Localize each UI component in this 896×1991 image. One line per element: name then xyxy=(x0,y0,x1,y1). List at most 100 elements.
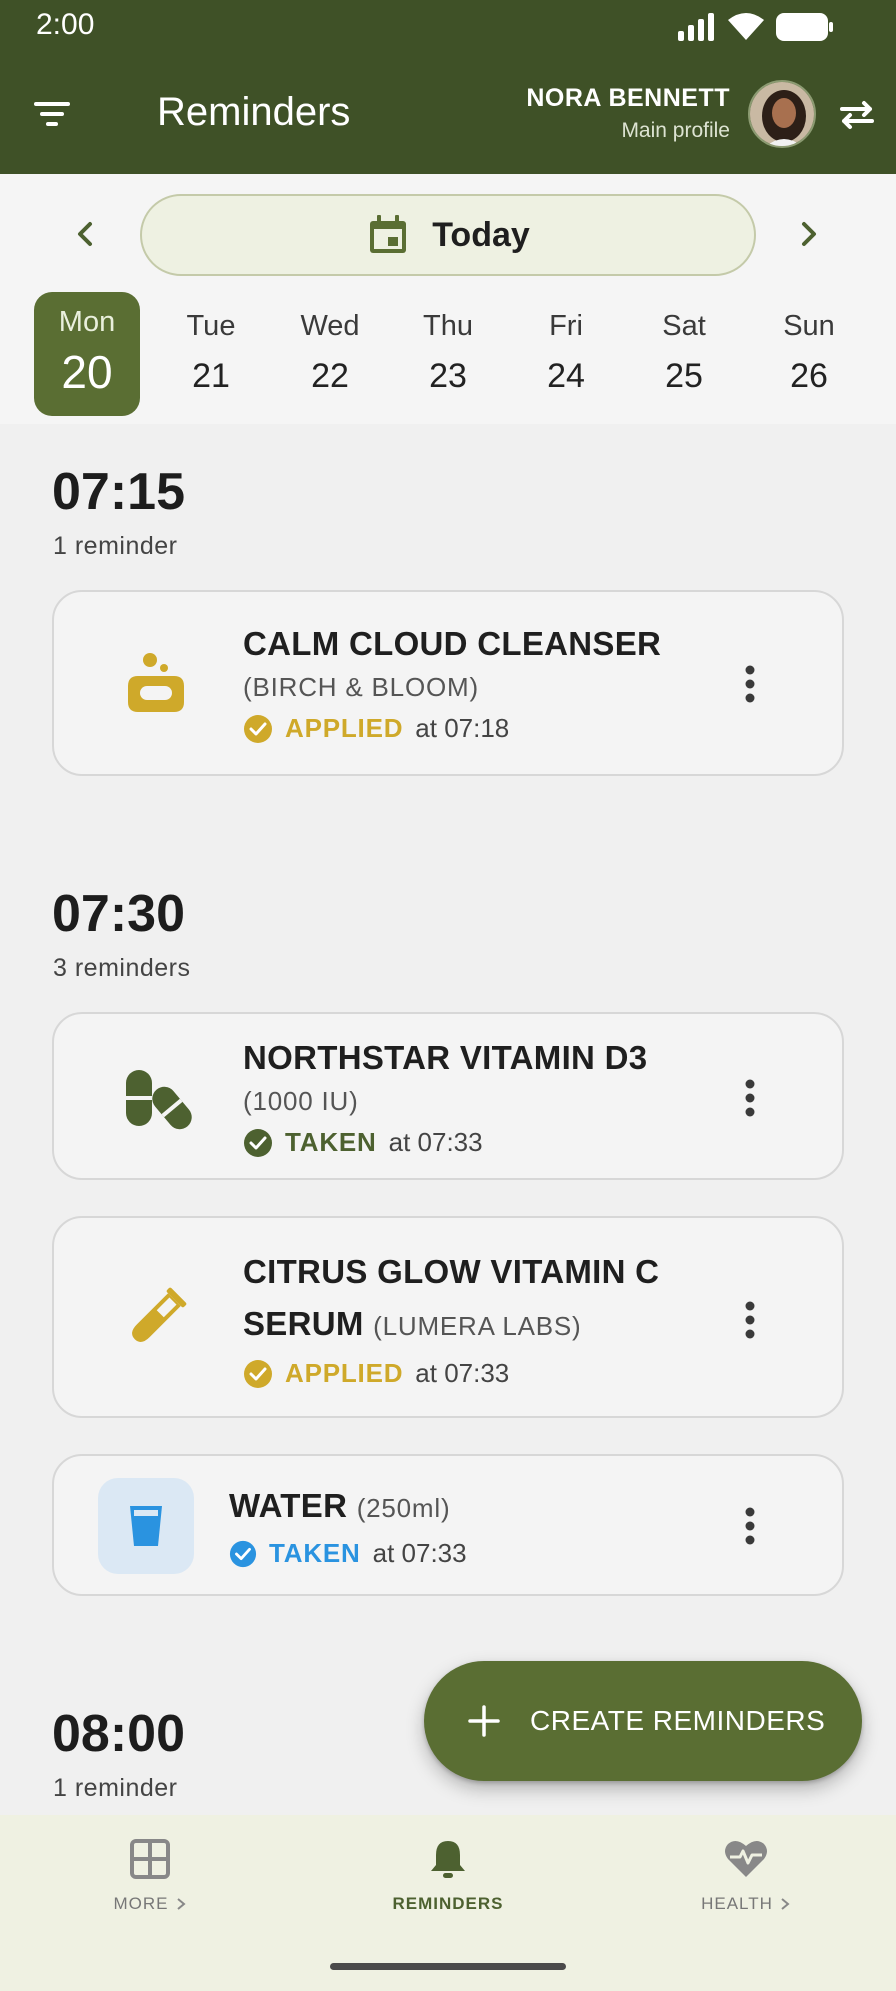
day-number: 23 xyxy=(429,357,467,395)
status-time: at 07:33 xyxy=(372,1538,467,1568)
chevron-right-icon xyxy=(802,222,816,246)
day-name: Mon xyxy=(58,306,116,338)
pill-icon xyxy=(116,1058,196,1138)
chevron-right-icon xyxy=(781,1898,790,1910)
reminder-content: NORTHSTAR VITAMIN D3 (1000 IU) TAKEN at … xyxy=(243,1032,732,1158)
reminder-subtitle: (1000 IU) xyxy=(243,1086,359,1116)
reminder-status: APPLIED at 07:33 xyxy=(243,1358,732,1389)
profile-subtitle: Main profile xyxy=(621,119,730,142)
filter-menu-button[interactable] xyxy=(30,92,74,136)
reminder-title-line1: CITRUS GLOW VITAMIN C xyxy=(243,1253,660,1290)
toolbar: Reminders NORA BENNETT Main profile xyxy=(0,60,896,170)
create-reminders-button[interactable]: CREATE REMINDERS xyxy=(424,1661,862,1781)
nav-label: REMINDERS xyxy=(392,1894,504,1913)
check-circle-icon xyxy=(229,1540,257,1567)
group-count: 1 reminder xyxy=(53,532,178,560)
status-label: TAKEN xyxy=(269,1538,361,1568)
check-circle-icon xyxy=(244,1128,272,1157)
avatar[interactable] xyxy=(748,80,816,148)
day-name: Sun xyxy=(783,310,835,342)
reminder-title-text: WATER xyxy=(229,1487,348,1524)
more-vert-icon[interactable] xyxy=(744,664,756,704)
reminder-subtitle: (BIRCH & BLOOM) xyxy=(243,672,479,702)
day-thu[interactable]: Thu 23 xyxy=(395,292,501,416)
more-vert-icon[interactable] xyxy=(744,1300,756,1340)
grid-icon xyxy=(130,1839,170,1879)
check-circle-icon xyxy=(244,714,272,743)
reminder-status: TAKEN at 07:33 xyxy=(229,1538,732,1569)
next-day-button[interactable] xyxy=(788,214,828,254)
day-fri[interactable]: Fri 24 xyxy=(513,292,619,416)
reminder-subtitle: (LUMERA LABS) xyxy=(373,1311,582,1341)
reminder-title: WATER (250ml) xyxy=(229,1480,732,1534)
day-sun[interactable]: Sun 26 xyxy=(756,292,862,416)
reminder-content: WATER (250ml) TAKEN at 07:33 xyxy=(229,1480,732,1569)
day-number: 24 xyxy=(547,357,585,395)
battery-icon xyxy=(776,13,833,41)
group-time: 07:15 xyxy=(52,463,185,521)
today-label: Today xyxy=(432,215,530,254)
day-sat[interactable]: Sat 25 xyxy=(631,292,737,416)
plus-icon xyxy=(468,1705,500,1737)
home-indicator[interactable] xyxy=(330,1963,566,1970)
reminder-card[interactable]: CITRUS GLOW VITAMIN C SERUM (LUMERA LABS… xyxy=(52,1216,844,1418)
today-button[interactable]: Today xyxy=(140,194,756,276)
status-label: APPLIED xyxy=(285,1358,404,1388)
group-time: 07:30 xyxy=(52,885,185,943)
test-tube-icon xyxy=(116,1278,196,1358)
reminder-status: APPLIED at 07:18 xyxy=(243,713,732,744)
status-time: at 07:33 xyxy=(388,1127,483,1157)
group-count: 3 reminders xyxy=(53,954,191,982)
previous-day-button[interactable] xyxy=(66,214,106,254)
status-bar: 2:00 xyxy=(0,0,896,52)
day-number: 25 xyxy=(665,357,703,395)
day-wed[interactable]: Wed 22 xyxy=(277,292,383,416)
status-time: at 07:18 xyxy=(415,713,510,743)
reminder-title: NORTHSTAR VITAMIN D3 xyxy=(243,1039,648,1076)
day-number: 22 xyxy=(311,357,349,395)
switch-profile-button[interactable] xyxy=(836,94,878,136)
day-name: Tue xyxy=(186,310,236,342)
day-name: Sat xyxy=(662,310,706,342)
reminder-content: CITRUS GLOW VITAMIN C SERUM (LUMERA LABS… xyxy=(243,1246,732,1389)
page-title: Reminders xyxy=(157,90,351,134)
more-vert-icon[interactable] xyxy=(744,1506,756,1546)
heart-pulse-icon xyxy=(725,1840,767,1877)
nav-health[interactable]: HEALTH xyxy=(646,1837,846,1914)
date-navigator: Today Mon 20 Tue 21 Wed 22 Thu 23 Fri 24… xyxy=(0,174,896,424)
status-time: at 07:33 xyxy=(415,1358,510,1388)
reminder-card[interactable]: NORTHSTAR VITAMIN D3 (1000 IU) TAKEN at … xyxy=(52,1012,844,1180)
reminder-card[interactable]: WATER (250ml) TAKEN at 07:33 xyxy=(52,1454,844,1596)
day-tue[interactable]: Tue 21 xyxy=(158,292,264,416)
swap-arrows-icon xyxy=(840,101,874,129)
profile-name: NORA BENNETT xyxy=(526,84,730,112)
status-time: 2:00 xyxy=(36,8,95,41)
chevron-left-icon xyxy=(78,222,92,246)
day-number: 20 xyxy=(61,346,113,398)
create-reminders-label: CREATE REMINDERS xyxy=(530,1705,826,1736)
nav-label: HEALTH xyxy=(701,1894,791,1914)
filter-list-icon xyxy=(34,102,70,126)
reminder-subtitle: (250ml) xyxy=(356,1493,451,1523)
day-name: Wed xyxy=(300,310,360,342)
status-icons xyxy=(676,12,834,42)
reminder-content: CALM CLOUD CLEANSER (BIRCH & BLOOM) APPL… xyxy=(243,618,732,744)
day-mon[interactable]: Mon 20 xyxy=(34,292,140,416)
day-number: 26 xyxy=(790,357,828,395)
reminder-title: CALM CLOUD CLEANSER xyxy=(243,625,662,662)
day-number: 21 xyxy=(192,357,230,395)
water-icon-tile xyxy=(98,1478,194,1574)
chevron-right-icon xyxy=(176,1898,186,1910)
nav-reminders[interactable]: REMINDERS xyxy=(348,1837,548,1914)
wifi-icon xyxy=(728,13,764,40)
profile-info[interactable]: NORA BENNETT Main profile xyxy=(526,84,730,143)
reminder-status: TAKEN at 07:33 xyxy=(243,1127,732,1158)
app-bar: 2:00 Reminders NORA BENNETT Main profile xyxy=(0,0,896,174)
more-vert-icon[interactable] xyxy=(744,1078,756,1118)
day-name: Fri xyxy=(549,310,583,342)
water-glass-icon xyxy=(130,1506,162,1546)
reminder-card[interactable]: CALM CLOUD CLEANSER (BIRCH & BLOOM) APPL… xyxy=(52,590,844,776)
status-label: APPLIED xyxy=(285,713,404,743)
avatar-image xyxy=(750,82,814,146)
nav-more[interactable]: MORE xyxy=(50,1837,250,1914)
